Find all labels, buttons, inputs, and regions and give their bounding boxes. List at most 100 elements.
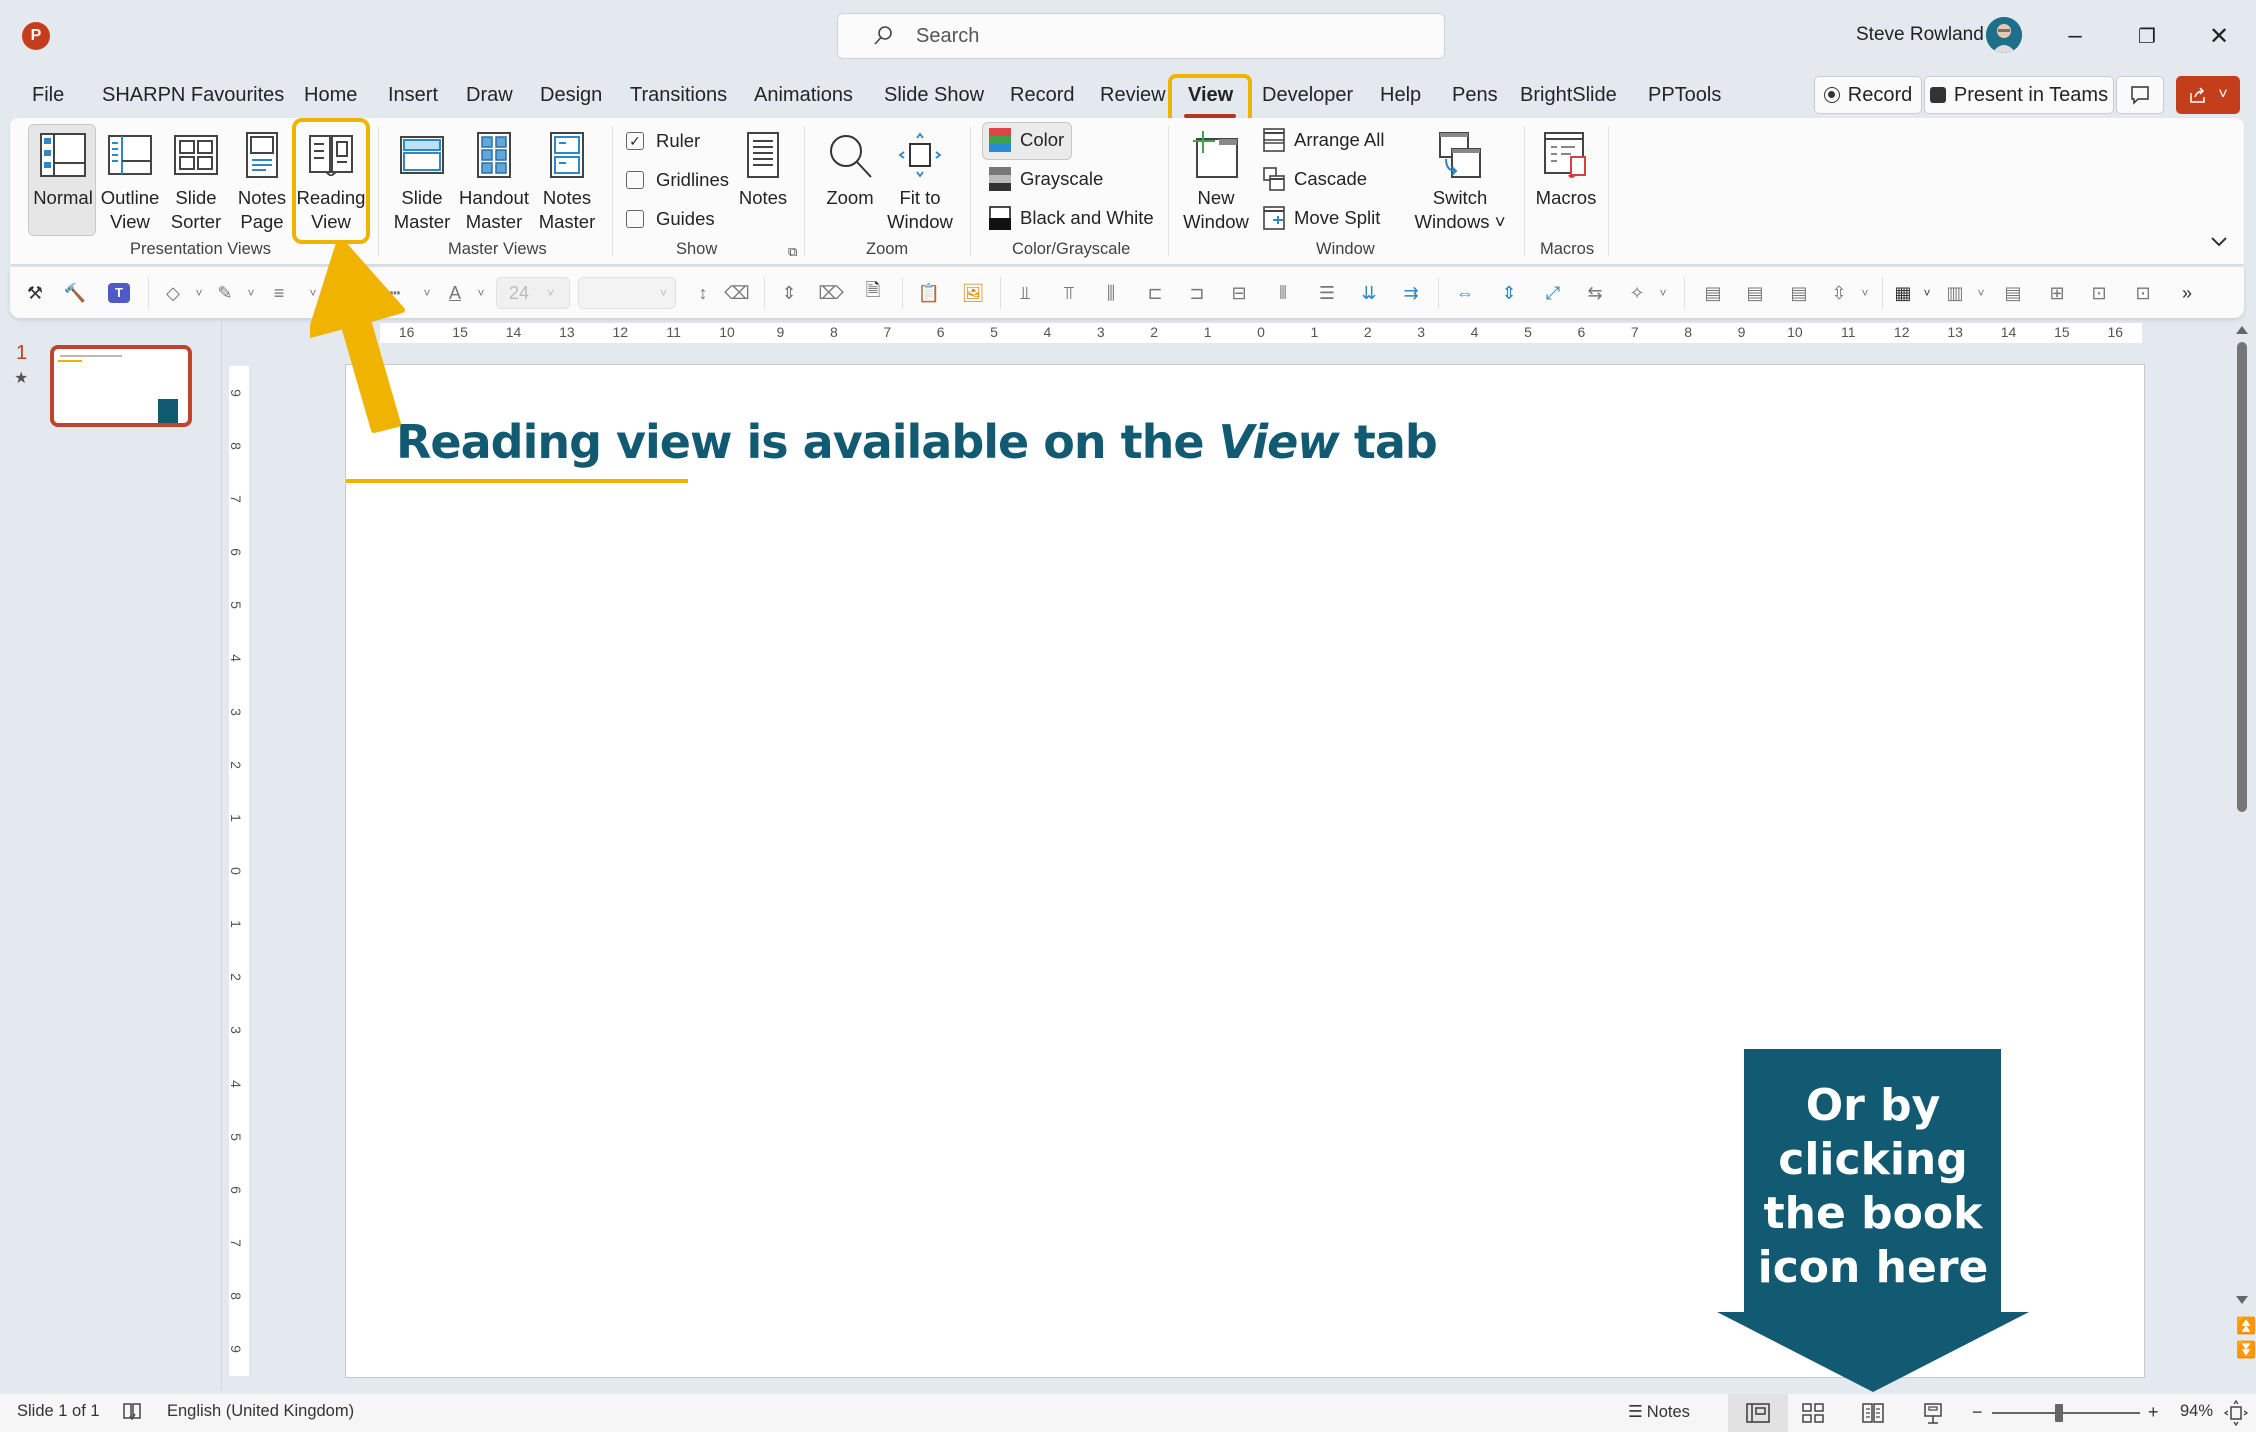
slide-show-status-icon[interactable] bbox=[1922, 1403, 1944, 1425]
font-color-icon[interactable]: A bbox=[442, 279, 468, 307]
dropdown-icon[interactable]: ˅ bbox=[1914, 279, 1940, 307]
table-style-icon[interactable]: ▤ bbox=[1700, 279, 1726, 307]
dropdown-icon[interactable]: ˅ bbox=[186, 279, 212, 307]
gridlines-checkbox[interactable]: Gridlines bbox=[626, 169, 729, 191]
slide-sorter-status-icon[interactable] bbox=[1802, 1403, 1824, 1423]
align-left-icon[interactable]: ⊏ bbox=[1142, 279, 1168, 307]
black-and-white-button[interactable]: Black and White bbox=[988, 206, 1154, 230]
color-button[interactable]: Color bbox=[988, 128, 1064, 152]
table-style-icon[interactable]: ▤ bbox=[1742, 279, 1768, 307]
minimize-button[interactable]: – bbox=[2052, 14, 2098, 58]
align-top-icon[interactable]: ⫪ bbox=[1056, 279, 1082, 307]
tab-transitions[interactable]: Transitions bbox=[630, 84, 727, 107]
normal-view-button[interactable]: Normal bbox=[30, 126, 96, 210]
slide-count[interactable]: Slide 1 of 1 bbox=[17, 1402, 100, 1421]
match-width-icon[interactable]: ⇔ bbox=[1452, 279, 1478, 307]
tab-animations[interactable]: Animations bbox=[754, 84, 853, 107]
document-arrow-icon[interactable]: 🗎 bbox=[860, 279, 886, 307]
align-right-icon[interactable]: ⊐ bbox=[1184, 279, 1210, 307]
switch-windows-button[interactable]: Switch Windows ˅ bbox=[1408, 126, 1512, 234]
notes-button[interactable]: Notes bbox=[732, 126, 794, 210]
zoom-in-button[interactable]: + bbox=[2148, 1402, 2159, 1423]
distribute-vertical-icon[interactable]: ☰ bbox=[1314, 279, 1340, 307]
zoom-button[interactable]: Zoom bbox=[816, 126, 884, 210]
dropdown-icon[interactable]: ˅ bbox=[1968, 279, 1994, 307]
close-button[interactable]: ✕ bbox=[2196, 14, 2242, 58]
zoom-percent[interactable]: 94% bbox=[2180, 1402, 2213, 1421]
horizontal-ruler[interactable]: 16 15 14 13 12 11 10 9 8 7 6 5 4 3 2 1 0 1 2 3 4 5 6 7 8 9 10 11 12 1… bbox=[380, 323, 2142, 343]
user-name[interactable]: Steve Rowland bbox=[1856, 24, 1984, 46]
restore-button[interactable]: ❐ bbox=[2124, 14, 2170, 58]
insert-below-icon[interactable]: ⊡ bbox=[2130, 279, 2156, 307]
tab-draw[interactable]: Draw bbox=[466, 84, 513, 107]
next-slide-icon[interactable]: ⏬ bbox=[2236, 1340, 2256, 1360]
notes-page-button[interactable]: Notes Page bbox=[230, 126, 294, 234]
shape-fill-icon[interactable]: ◇ bbox=[160, 279, 186, 307]
tab-brightslide[interactable]: BrightSlide bbox=[1520, 84, 1617, 107]
language-status[interactable]: English (United Kingdom) bbox=[167, 1402, 354, 1421]
dropdown-icon[interactable]: ˅ bbox=[468, 279, 494, 307]
align-center-icon[interactable]: ⊟ bbox=[1226, 279, 1252, 307]
tab-design[interactable]: Design bbox=[540, 84, 602, 107]
line-weight-icon[interactable]: ≡ bbox=[266, 279, 292, 307]
scrollbar-thumb[interactable] bbox=[2237, 342, 2247, 812]
paste-picture-icon[interactable]: 🖼 bbox=[960, 279, 986, 307]
match-size-icon[interactable]: ⤢ bbox=[1540, 279, 1566, 307]
tab-help[interactable]: Help bbox=[1380, 84, 1421, 107]
grayscale-button[interactable]: Grayscale bbox=[988, 167, 1103, 191]
tab-record[interactable]: Record bbox=[1010, 84, 1074, 107]
previous-slide-icon[interactable]: ⏫ bbox=[2236, 1316, 2256, 1336]
dropdown-icon[interactable]: ˅ bbox=[1650, 279, 1676, 307]
tab-review[interactable]: Review bbox=[1100, 84, 1166, 107]
tab-file[interactable]: File bbox=[32, 84, 64, 107]
guides-checkbox[interactable]: Guides bbox=[626, 208, 715, 230]
split-cells-icon[interactable]: ⊞ bbox=[2044, 279, 2070, 307]
avatar[interactable] bbox=[1986, 17, 2022, 53]
zoom-out-button[interactable]: − bbox=[1972, 1402, 1983, 1423]
scroll-up-icon[interactable] bbox=[2236, 326, 2248, 334]
outline-view-button[interactable]: Outline View bbox=[98, 126, 162, 234]
slide-thumbnail[interactable] bbox=[50, 345, 192, 427]
format-painter-icon[interactable]: ⌫ bbox=[724, 279, 750, 307]
tab-pptools[interactable]: PPTools bbox=[1648, 84, 1721, 107]
vertical-scrollbar[interactable]: ⏫ ⏬ bbox=[2228, 320, 2256, 1390]
table-layout-icon[interactable]: ▤ bbox=[2000, 279, 2026, 307]
stack-right-icon[interactable]: ⇉ bbox=[1398, 279, 1424, 307]
collapse-ribbon-chevron-icon[interactable] bbox=[2210, 232, 2228, 253]
table-style-icon[interactable]: ▤ bbox=[1786, 279, 1812, 307]
stack-down-icon[interactable]: ⇊ bbox=[1356, 279, 1382, 307]
slide-title[interactable]: Reading view is available on the View ta… bbox=[396, 415, 1438, 469]
new-window-button[interactable]: New Window bbox=[1180, 126, 1252, 234]
zoom-slider-thumb[interactable] bbox=[2054, 1404, 2063, 1422]
accessibility-book-icon[interactable] bbox=[122, 1402, 142, 1422]
reading-view-book-icon[interactable] bbox=[1862, 1403, 1884, 1423]
text-direction-icon[interactable]: ⇕ bbox=[776, 279, 802, 307]
arrange-all-button[interactable]: Arrange All bbox=[1262, 128, 1385, 152]
zoom-slider-track[interactable] bbox=[1992, 1404, 2140, 1422]
macros-button[interactable]: Macros bbox=[1532, 126, 1600, 210]
eraser-icon[interactable]: ⌦ bbox=[818, 279, 844, 307]
tab-sharpn-favourites[interactable]: SHARPN Favourites bbox=[102, 84, 284, 107]
table-columns-icon[interactable]: ▥ bbox=[1942, 279, 1968, 307]
font-size-dropdown[interactable]: 24 ˅ bbox=[496, 277, 570, 309]
font-name-dropdown[interactable]: ˅ bbox=[578, 277, 676, 309]
table-grid-icon[interactable]: ▦ bbox=[1890, 279, 1916, 307]
share-button[interactable]: ˅ bbox=[2176, 76, 2240, 114]
search-box[interactable]: Search bbox=[837, 13, 1445, 59]
dropdown-icon[interactable]: ˅ bbox=[238, 279, 264, 307]
cell-margin-icon[interactable]: ⇳ bbox=[1826, 279, 1852, 307]
clipboard-icon[interactable]: 📋 bbox=[916, 279, 942, 307]
shape-outline-icon[interactable]: ✎ bbox=[212, 279, 238, 307]
record-button[interactable]: Record bbox=[1814, 76, 1922, 114]
tools-icon[interactable]: ⚒ bbox=[22, 279, 48, 307]
align-middle-icon[interactable]: ⫼ bbox=[1098, 279, 1124, 307]
dropdown-icon[interactable]: ˅ bbox=[1852, 279, 1878, 307]
tab-developer[interactable]: Developer bbox=[1262, 84, 1353, 107]
line-spacing-icon[interactable]: ↕ bbox=[690, 279, 716, 307]
teams-icon[interactable]: T bbox=[106, 279, 132, 307]
handout-master-button[interactable]: Handout Master bbox=[456, 126, 532, 234]
magic-wand-icon[interactable]: ✧ bbox=[1624, 279, 1650, 307]
fit-to-window-button[interactable]: Fit to Window bbox=[882, 126, 958, 234]
notes-master-button[interactable]: Notes Master bbox=[534, 126, 600, 234]
tab-pens[interactable]: Pens bbox=[1452, 84, 1498, 107]
